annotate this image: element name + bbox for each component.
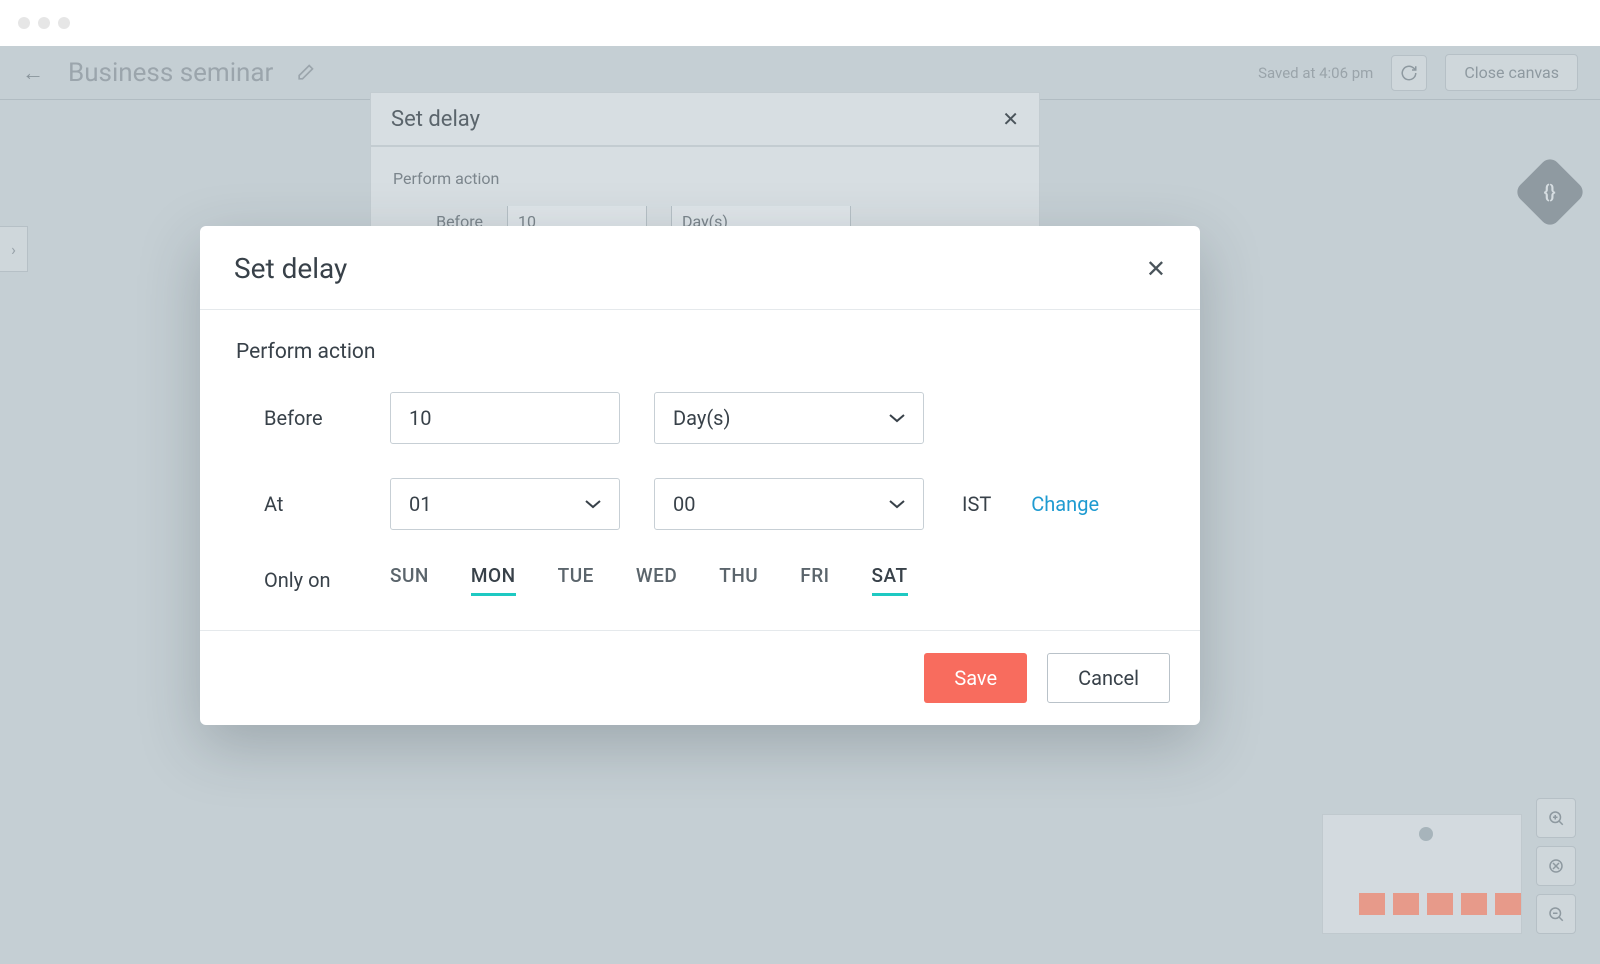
before-value-text: 10 [409, 406, 431, 430]
modal-title: Set delay [234, 252, 347, 285]
timezone-label: IST [962, 492, 991, 516]
at-row: At 01 00 IST Change [236, 478, 1164, 530]
hour-select[interactable]: 01 [390, 478, 620, 530]
set-delay-modal: Set delay ✕ Perform action Before 10 Day… [200, 226, 1200, 725]
days-row: Only on SUN MON TUE WED THU FRI SAT [236, 564, 1164, 596]
canvas-page: ← Business seminar Saved at 4:06 pm Clos… [0, 46, 1600, 964]
day-toggle-sun[interactable]: SUN [390, 564, 429, 596]
day-toggle-wed[interactable]: WED [636, 564, 677, 596]
minute-value-text: 00 [673, 492, 695, 516]
panel-header-title: Set delay [391, 107, 480, 132]
zoom-controls [1536, 798, 1576, 934]
day-toggle-fri[interactable]: FRI [800, 564, 829, 596]
refresh-button[interactable] [1391, 55, 1427, 91]
json-badge[interactable]: {} [1513, 155, 1587, 229]
minimap-blocks [1359, 893, 1521, 915]
expand-left-panel[interactable]: › [0, 226, 28, 272]
hour-value-text: 01 [409, 492, 431, 516]
traffic-light-dot [18, 17, 30, 29]
chevron-right-icon: › [11, 240, 16, 259]
close-canvas-button[interactable]: Close canvas [1445, 54, 1578, 91]
document-title: Business seminar [68, 58, 273, 88]
traffic-light-dot [58, 17, 70, 29]
canvas-minimap[interactable] [1322, 814, 1522, 934]
unit-value-text: Day(s) [673, 406, 730, 430]
cancel-button[interactable]: Cancel [1047, 653, 1170, 703]
edit-title-icon[interactable] [295, 63, 315, 83]
before-value-input[interactable]: 10 [390, 392, 620, 444]
day-toggle-sat[interactable]: SAT [872, 564, 908, 596]
only-on-label: Only on [236, 568, 356, 592]
back-arrow-icon[interactable]: ← [22, 60, 44, 86]
modal-body: Perform action Before 10 Day(s) At 01 [200, 310, 1200, 630]
chevron-down-icon [889, 413, 905, 423]
before-label: Before [236, 406, 356, 430]
browser-chrome [0, 0, 1600, 46]
saved-timestamp: Saved at 4:06 pm [1258, 64, 1373, 82]
bg-section-label: Perform action [393, 169, 1017, 188]
traffic-light-dot [38, 17, 50, 29]
at-label: At [236, 492, 356, 516]
toolbar-right: Saved at 4:06 pm Close canvas [1258, 54, 1578, 91]
before-row: Before 10 Day(s) [236, 392, 1164, 444]
zoom-in-button[interactable] [1536, 798, 1576, 838]
section-title: Perform action [236, 340, 1164, 364]
zoom-reset-button[interactable] [1536, 846, 1576, 886]
minute-select[interactable]: 00 [654, 478, 924, 530]
modal-footer: Save Cancel [200, 630, 1200, 725]
chevron-down-icon [585, 499, 601, 509]
save-button[interactable]: Save [924, 653, 1027, 703]
day-toggle-mon[interactable]: MON [471, 564, 516, 596]
unit-select[interactable]: Day(s) [654, 392, 924, 444]
modal-header: Set delay ✕ [200, 226, 1200, 310]
zoom-out-button[interactable] [1536, 894, 1576, 934]
day-toggle-tue[interactable]: TUE [558, 564, 594, 596]
chevron-down-icon [889, 499, 905, 509]
change-timezone-link[interactable]: Change [1031, 492, 1099, 516]
minimap-node [1419, 827, 1433, 841]
modal-close-icon[interactable]: ✕ [1146, 255, 1166, 283]
braces-icon: {} [1544, 182, 1556, 203]
panel-header-behind: Set delay ✕ [370, 92, 1040, 146]
panel-header-close-icon[interactable]: ✕ [1002, 107, 1019, 131]
days-picker: SUN MON TUE WED THU FRI SAT [390, 564, 908, 596]
day-toggle-thu[interactable]: THU [719, 564, 758, 596]
